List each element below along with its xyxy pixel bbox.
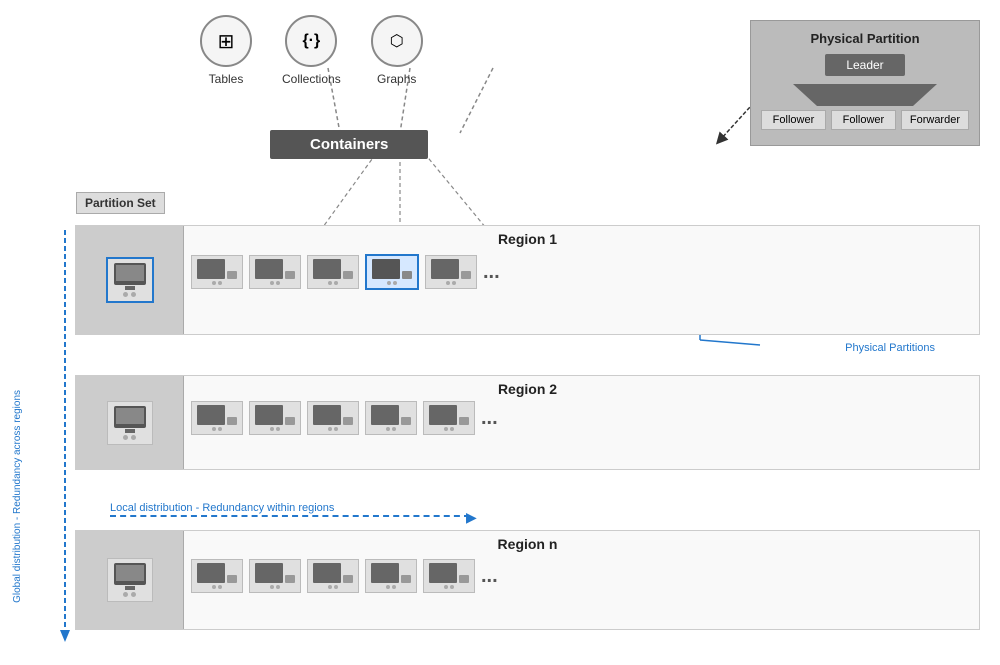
r2-p1: [191, 401, 243, 435]
region1-ellipsis: ...: [483, 261, 500, 284]
collections-label: Collections: [282, 72, 341, 86]
region-1-title: Region 1: [76, 226, 979, 252]
regionn-ps-partition: [107, 558, 153, 602]
containers-label: Containers: [310, 136, 388, 153]
top-icons-group: ⊞ Tables {·} Collections ⬡ Graphs: [200, 15, 423, 86]
follower-row: Follower Follower Forwarder: [761, 110, 969, 130]
rn-p1: [191, 559, 243, 593]
tables-icon-item: ⊞ Tables: [200, 15, 252, 86]
region-n-box: Region n ...: [75, 530, 980, 630]
collections-icon: {·}: [285, 15, 337, 67]
region-2-title: Region 2: [76, 376, 979, 402]
rn-p4: [365, 559, 417, 593]
local-dist-arrow-head: ▶: [466, 509, 477, 526]
leader-box: Leader: [825, 54, 905, 76]
graphs-icon-item: ⬡ Graphs: [371, 15, 423, 86]
global-distribution-label: Global distribution - Redundancy across …: [12, 390, 23, 603]
tables-label: Tables: [209, 72, 244, 86]
partition-set-label: Partition Set: [76, 192, 165, 214]
containers-box: Containers: [270, 130, 428, 159]
forwarder-box: Forwarder: [901, 110, 969, 130]
tables-icon: ⊞: [200, 15, 252, 67]
region-2-box: Region 2 ...: [75, 375, 980, 470]
r2-p4: [365, 401, 417, 435]
r1-partition-4-highlighted: [365, 254, 419, 290]
region2-ps-partition: [107, 401, 153, 445]
r2-p3: [307, 401, 359, 435]
physical-partition-box: Physical Partition Leader Follower Follo…: [750, 20, 980, 146]
main-container: ⊞ Tables {·} Collections ⬡ Graphs Contai…: [0, 0, 1000, 665]
region1-ps-partition: [106, 257, 154, 303]
follower-box-2: Follower: [831, 110, 896, 130]
region2-ellipsis: ...: [481, 407, 498, 430]
region-n-title: Region n: [76, 531, 979, 557]
graphs-label: Graphs: [377, 72, 416, 86]
r1-partition-5: [425, 255, 477, 289]
local-distribution-label: Local distribution - Redundancy within r…: [110, 502, 334, 514]
r1-partition-3: [307, 255, 359, 289]
r2-p2: [249, 401, 301, 435]
physical-partitions-label: Physical Partitions: [845, 342, 935, 354]
graphs-icon: ⬡: [371, 15, 423, 67]
local-dist-line: [110, 515, 470, 517]
r1-partition-1: [191, 255, 243, 289]
rn-p3: [307, 559, 359, 593]
r1-partition-2: [249, 255, 301, 289]
region-1-box: Region 1: [75, 225, 980, 335]
follower-box-1: Follower: [761, 110, 826, 130]
r2-p5: [423, 401, 475, 435]
collections-icon-item: {·} Collections: [282, 15, 341, 86]
physical-partition-title: Physical Partition: [761, 31, 969, 46]
rn-p2: [249, 559, 301, 593]
rn-p5: [423, 559, 475, 593]
regionn-ellipsis: ...: [481, 565, 498, 588]
